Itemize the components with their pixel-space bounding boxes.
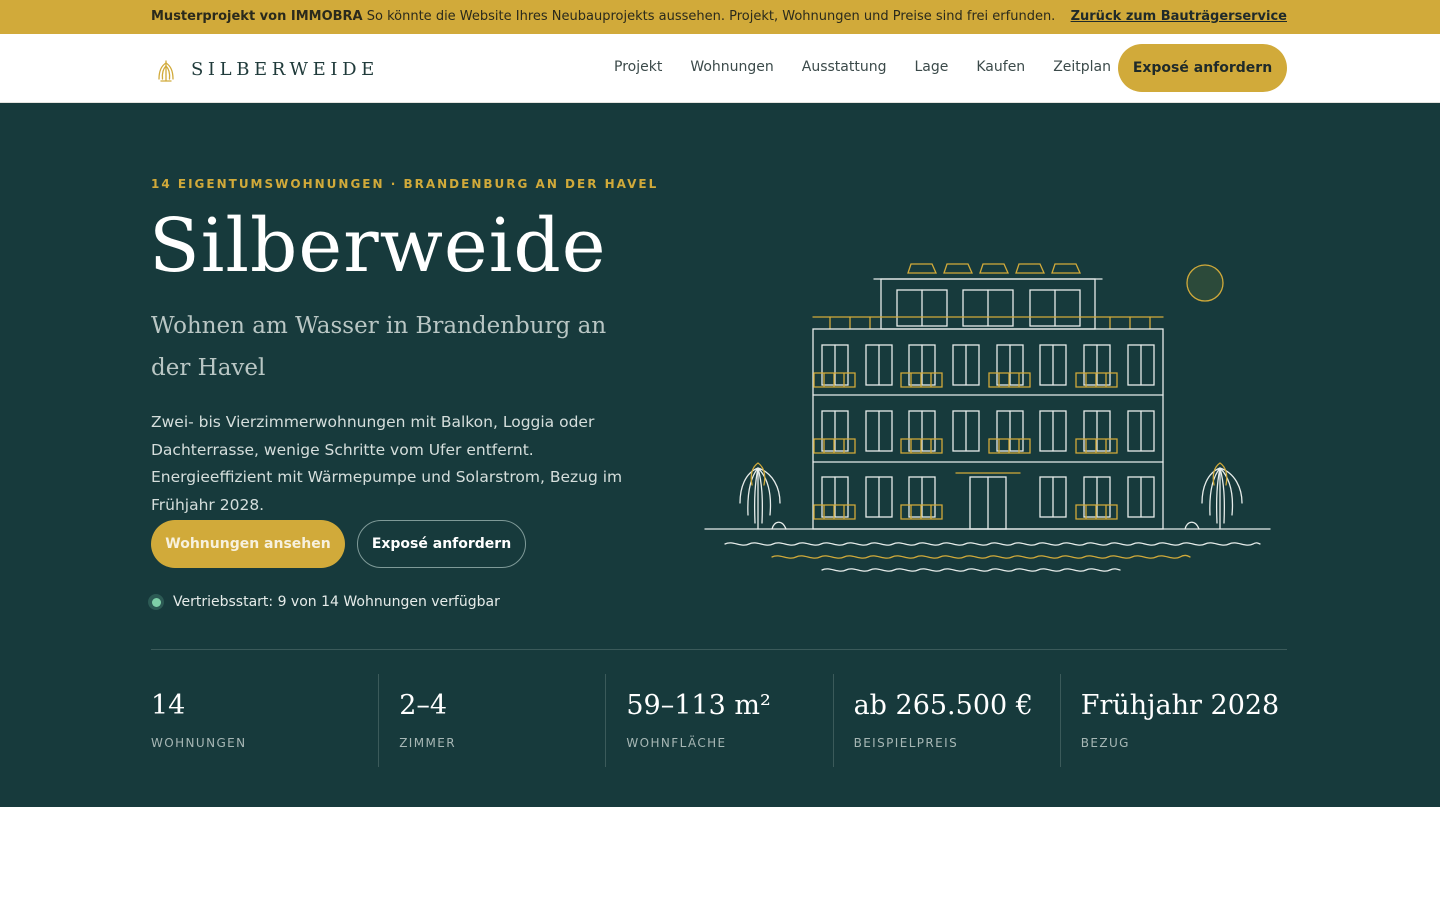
view-apartments-button[interactable]: Wohnungen ansehen xyxy=(151,520,345,568)
promo-message: So könnte die Website Ihres Neubauprojek… xyxy=(366,9,1056,24)
stat-value: ab 265.500 € xyxy=(853,690,1033,721)
stat-label: ZIMMER xyxy=(399,736,456,750)
stat-label: WOHNFLÄCHE xyxy=(626,736,727,750)
nav-item-projekt[interactable]: Projekt xyxy=(614,59,662,75)
nav-item-wohnungen[interactable]: Wohnungen xyxy=(690,59,773,75)
hero-eyebrow: 14 EIGENTUMSWOHNUNGEN · BRANDENBURG AN D… xyxy=(151,177,659,191)
stat-value: 2–4 xyxy=(399,690,448,721)
hero-subtitle: Wohnen am Wasser in Brandenburg an der H… xyxy=(151,313,607,381)
site-header: SILBERWEIDE Projekt Wohnungen Ausstattun… xyxy=(0,34,1440,103)
logo[interactable]: SILBERWEIDE xyxy=(153,54,379,84)
nav-item-lage[interactable]: Lage xyxy=(914,59,948,75)
logo-text: SILBERWEIDE xyxy=(191,58,379,80)
key-facts: 14 WOHNUNGEN 2–4 ZIMMER 59–113 m² WOHNFL… xyxy=(151,674,1287,767)
request-expose-button[interactable]: Exposé anfordern xyxy=(357,520,526,568)
hero-title: Silberweide xyxy=(149,203,607,289)
stat-apartments: 14 WOHNUNGEN xyxy=(151,674,378,767)
promo-text: Musterprojekt von IMMOBRA So könnte die … xyxy=(151,9,1055,24)
stat-label: BEZUG xyxy=(1080,736,1130,750)
nav-item-ausstattung[interactable]: Ausstattung xyxy=(802,59,887,75)
stat-rooms: 2–4 ZIMMER xyxy=(378,674,605,767)
header-expose-button[interactable]: Exposé anfordern xyxy=(1118,44,1287,92)
availability-status: Vertriebsstart: 9 von 14 Wohnungen verfü… xyxy=(148,594,500,610)
stat-value: Frühjahr 2028 xyxy=(1080,690,1280,721)
availability-text: Vertriebsstart: 9 von 14 Wohnungen verfü… xyxy=(173,594,500,610)
apartment-building-illustration xyxy=(704,263,1271,572)
stat-example-price: ab 265.500 € BEISPIELPREIS xyxy=(832,674,1060,767)
stat-label: BEISPIELPREIS xyxy=(853,736,959,750)
promo-brand: Musterprojekt von IMMOBRA xyxy=(151,9,363,24)
promo-bar: Musterprojekt von IMMOBRA So könnte die … xyxy=(0,0,1440,34)
willow-tree-icon xyxy=(158,60,174,82)
stat-living-area: 59–113 m² WOHNFLÄCHE xyxy=(605,674,832,767)
status-dot-icon xyxy=(148,594,164,610)
hero-divider xyxy=(151,649,1287,650)
stat-value: 14 xyxy=(151,690,186,721)
nav-item-kaufen[interactable]: Kaufen xyxy=(976,59,1025,75)
main-nav: Projekt Wohnungen Ausstattung Lage Kaufe… xyxy=(614,59,1111,75)
back-to-service-link[interactable]: Zurück zum Bauträgerservice xyxy=(1071,9,1287,24)
hero-section: 14 EIGENTUMSWOHNUNGEN · BRANDENBURG AN D… xyxy=(0,103,1440,807)
stat-move-in: Frühjahr 2028 BEZUG xyxy=(1059,674,1287,767)
nav-item-zeitplan[interactable]: Zeitplan xyxy=(1053,59,1111,75)
stat-value: 59–113 m² xyxy=(626,690,771,721)
hero-description: Zwei- bis Vierzimmerwohnungen mit Balkon… xyxy=(151,413,623,514)
stat-label: WOHNUNGEN xyxy=(151,736,247,750)
